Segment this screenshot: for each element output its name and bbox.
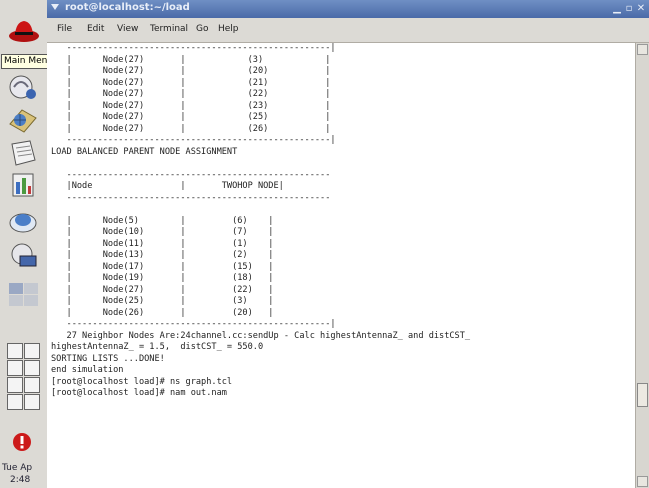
- terminal-line: [root@localhost load]# nam out.nam: [51, 388, 227, 398]
- menu-bar: File Edit View Terminal Go Help: [47, 18, 649, 43]
- alert-icon[interactable]: [10, 430, 34, 454]
- terminal-line: | Node(13) | (2) |: [51, 250, 274, 260]
- terminal-line: ----------------------------------------…: [51, 319, 336, 329]
- clock-date: Tue Ap: [2, 463, 33, 473]
- launcher-panel: Main Menu Tue Ap 2:48: [0, 0, 57, 488]
- scroll-down-icon[interactable]: [637, 476, 648, 487]
- menu-view[interactable]: View: [117, 24, 138, 34]
- clock[interactable]: Tue Ap 2:48: [2, 462, 46, 486]
- minimize-icon[interactable]: ▁: [611, 2, 623, 15]
- terminal-line: | Node(17) | (15) |: [51, 261, 274, 272]
- desktop-4-button[interactable]: [24, 360, 40, 376]
- terminal-line: |Node | TWOHOP NODE|: [51, 181, 284, 191]
- show-desktop-button[interactable]: [7, 394, 23, 410]
- menu-help[interactable]: Help: [218, 24, 239, 34]
- terminal-window: root@localhost:~/load ▁ ▫ ✕ File Edit Vi…: [47, 0, 649, 488]
- menu-go[interactable]: Go: [196, 24, 208, 34]
- terminal-line: ----------------------------------------…: [51, 169, 331, 180]
- workspace-icon[interactable]: [6, 280, 40, 310]
- scroll-thumb[interactable]: [637, 383, 648, 407]
- network-icon[interactable]: [6, 104, 40, 134]
- terminal-line: LOAD BALANCED PARENT NODE ASSIGNMENT: [51, 146, 238, 157]
- terminal-line: | Node(19) | (18) |: [51, 273, 274, 283]
- terminal-line: | Node(11) | (1) |: [51, 238, 274, 249]
- redhat-icon[interactable]: [7, 16, 41, 46]
- terminal-output[interactable]: ----------------------------------------…: [47, 43, 635, 488]
- close-icon[interactable]: ✕: [635, 2, 647, 15]
- terminal-line: | Node(27) | (22) |: [51, 89, 331, 99]
- menu-terminal[interactable]: Terminal: [150, 24, 188, 34]
- terminal-line: | Node(27) | (3) |: [51, 54, 331, 65]
- vertical-scrollbar[interactable]: [635, 43, 649, 488]
- maximize-icon[interactable]: ▫: [623, 2, 635, 15]
- print-icon[interactable]: [6, 240, 40, 270]
- writer-icon[interactable]: [6, 138, 40, 168]
- terminal-line: | Node(27) | (21) |: [51, 77, 331, 88]
- terminal-line: highestAntennaZ_ = 1.5, distCST_ = 550.0: [51, 342, 264, 352]
- terminal-line: | Node(5) | (6) |: [51, 215, 274, 226]
- terminal-task-button[interactable]: [7, 377, 23, 393]
- menu-edit[interactable]: Edit: [87, 24, 104, 34]
- terminal-line: ----------------------------------------…: [51, 192, 331, 203]
- terminal-line: ----------------------------------------…: [51, 43, 336, 53]
- terminal-line: SORTING LISTS ...DONE!: [51, 353, 165, 364]
- terminal-lines: ----------------------------------------…: [51, 43, 470, 400]
- window-menu-icon[interactable]: [51, 4, 59, 10]
- terminal-line: [root@localhost load]# ns graph.tcl: [51, 376, 233, 387]
- terminal-line: | Node(27) | (22) |: [51, 284, 274, 295]
- terminal-line: | Node(27) | (20) |: [51, 66, 331, 76]
- impress-icon[interactable]: [6, 205, 40, 235]
- calc-icon[interactable]: [6, 170, 40, 200]
- terminal-line: | Node(27) | (25) |: [51, 112, 331, 122]
- desktop-1-button[interactable]: [7, 343, 23, 359]
- window-title: root@localhost:~/load: [65, 2, 190, 13]
- terminal-line: | Node(25) | (3) |: [51, 296, 274, 306]
- terminal-line: end simulation: [51, 365, 124, 375]
- terminal-line: ----------------------------------------…: [51, 135, 336, 145]
- terminal-line: | Node(26) | (20) |: [51, 307, 274, 318]
- terminal-line: | Node(27) | (23) |: [51, 100, 331, 111]
- terminal-line: | Node(10) | (7) |: [51, 227, 274, 237]
- menu-file[interactable]: File: [57, 24, 72, 34]
- terminal-line: | Node(27) | (26) |: [51, 123, 331, 134]
- terminal-line: 27 Neighbor Nodes Are:24channel.cc:sendU…: [51, 330, 471, 341]
- desktop-2-button[interactable]: [24, 343, 40, 359]
- mail-icon[interactable]: [6, 72, 40, 102]
- task-button[interactable]: [24, 377, 40, 393]
- clock-time: 2:48: [10, 475, 31, 485]
- scroll-up-icon[interactable]: [637, 44, 648, 55]
- title-bar[interactable]: root@localhost:~/load ▁ ▫ ✕: [47, 0, 649, 18]
- task-button-2[interactable]: [24, 394, 40, 410]
- desktop-3-button[interactable]: [7, 360, 23, 376]
